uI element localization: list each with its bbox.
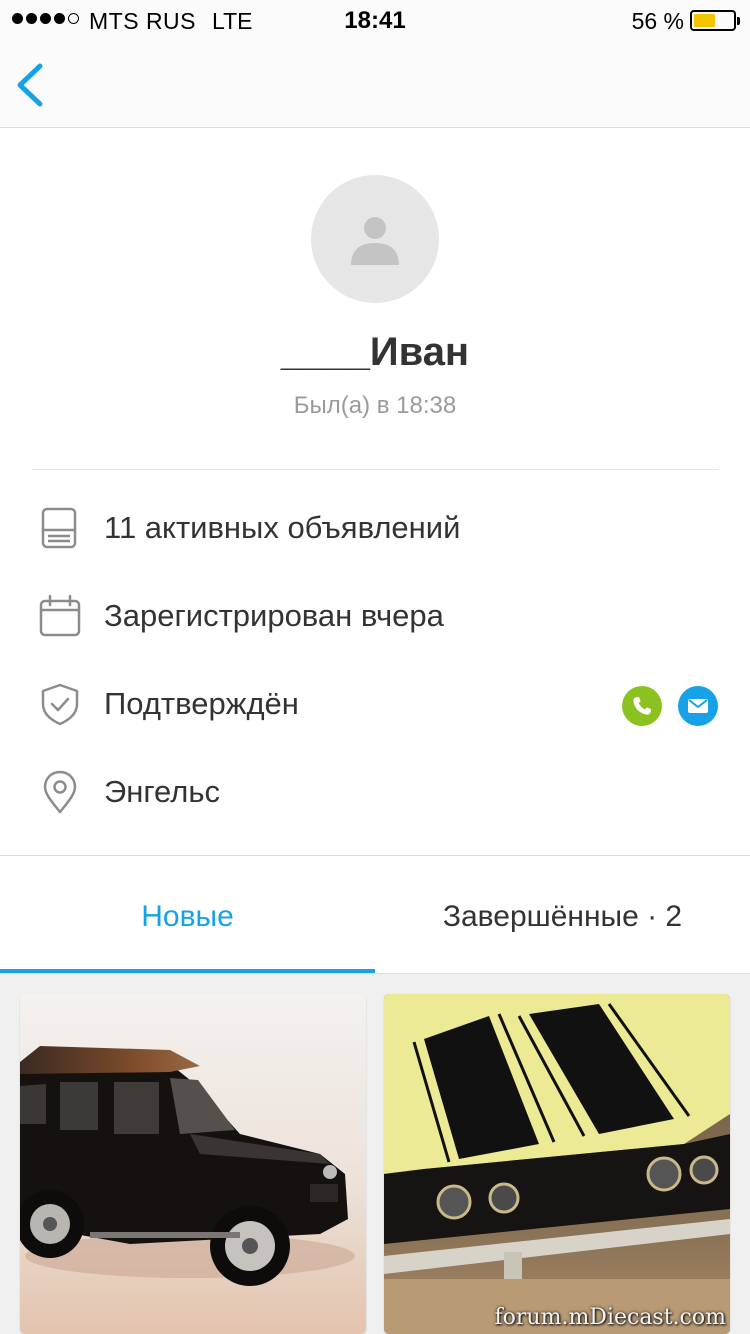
battery-level [694,14,715,27]
yellow-muscle-car-model-photo [384,994,730,1334]
calendar-icon [39,594,81,637]
battery-icon [690,10,740,31]
listing-card[interactable]: forum.mDiecast.com [384,994,730,1334]
status-bar: MTS RUS LTE 18:41 56 % [0,0,750,40]
black-suv-model-photo [20,994,366,1334]
watermark-text: forum.mDiecast.com [494,1305,726,1330]
active-tab-indicator [0,969,375,973]
battery-percent: 56 % [631,8,684,34]
tab-new[interactable]: Новые [0,856,375,974]
listing-tabs: Новые Завершённые · 2 [0,856,750,974]
mail-icon [688,699,708,713]
active-ads-label: 11 активных объявлений [104,510,461,545]
navigation-bar [0,40,750,128]
location-row: Энгельс [0,748,750,836]
verified-row: Подтверждён [0,660,750,748]
active-ads-row[interactable]: 11 активных объявлений [0,484,750,572]
divider [32,469,718,470]
user-name: ____Иван [280,330,470,374]
user-placeholder-icon [351,217,399,265]
shield-check-icon [41,683,79,726]
avatar [311,175,439,303]
listings-icon [41,507,77,549]
verified-label: Подтверждён [104,686,299,721]
tab-completed[interactable]: Завершённые · 2 [375,856,750,974]
phone-button[interactable] [622,686,662,726]
email-button[interactable] [678,686,718,726]
registration-label: Зарегистрирован вчера [104,598,444,633]
listings-grid: forum.mDiecast.com [0,974,750,1334]
phone-icon [633,697,651,715]
city-label: Энгельс [104,774,220,809]
last-seen-status: Был(а) в 18:38 [293,392,457,419]
listing-card[interactable] [20,994,366,1334]
location-pin-icon [43,770,77,814]
registration-row: Зарегистрирован вчера [0,572,750,660]
chevron-left-icon [17,63,43,107]
back-button[interactable] [10,60,54,110]
